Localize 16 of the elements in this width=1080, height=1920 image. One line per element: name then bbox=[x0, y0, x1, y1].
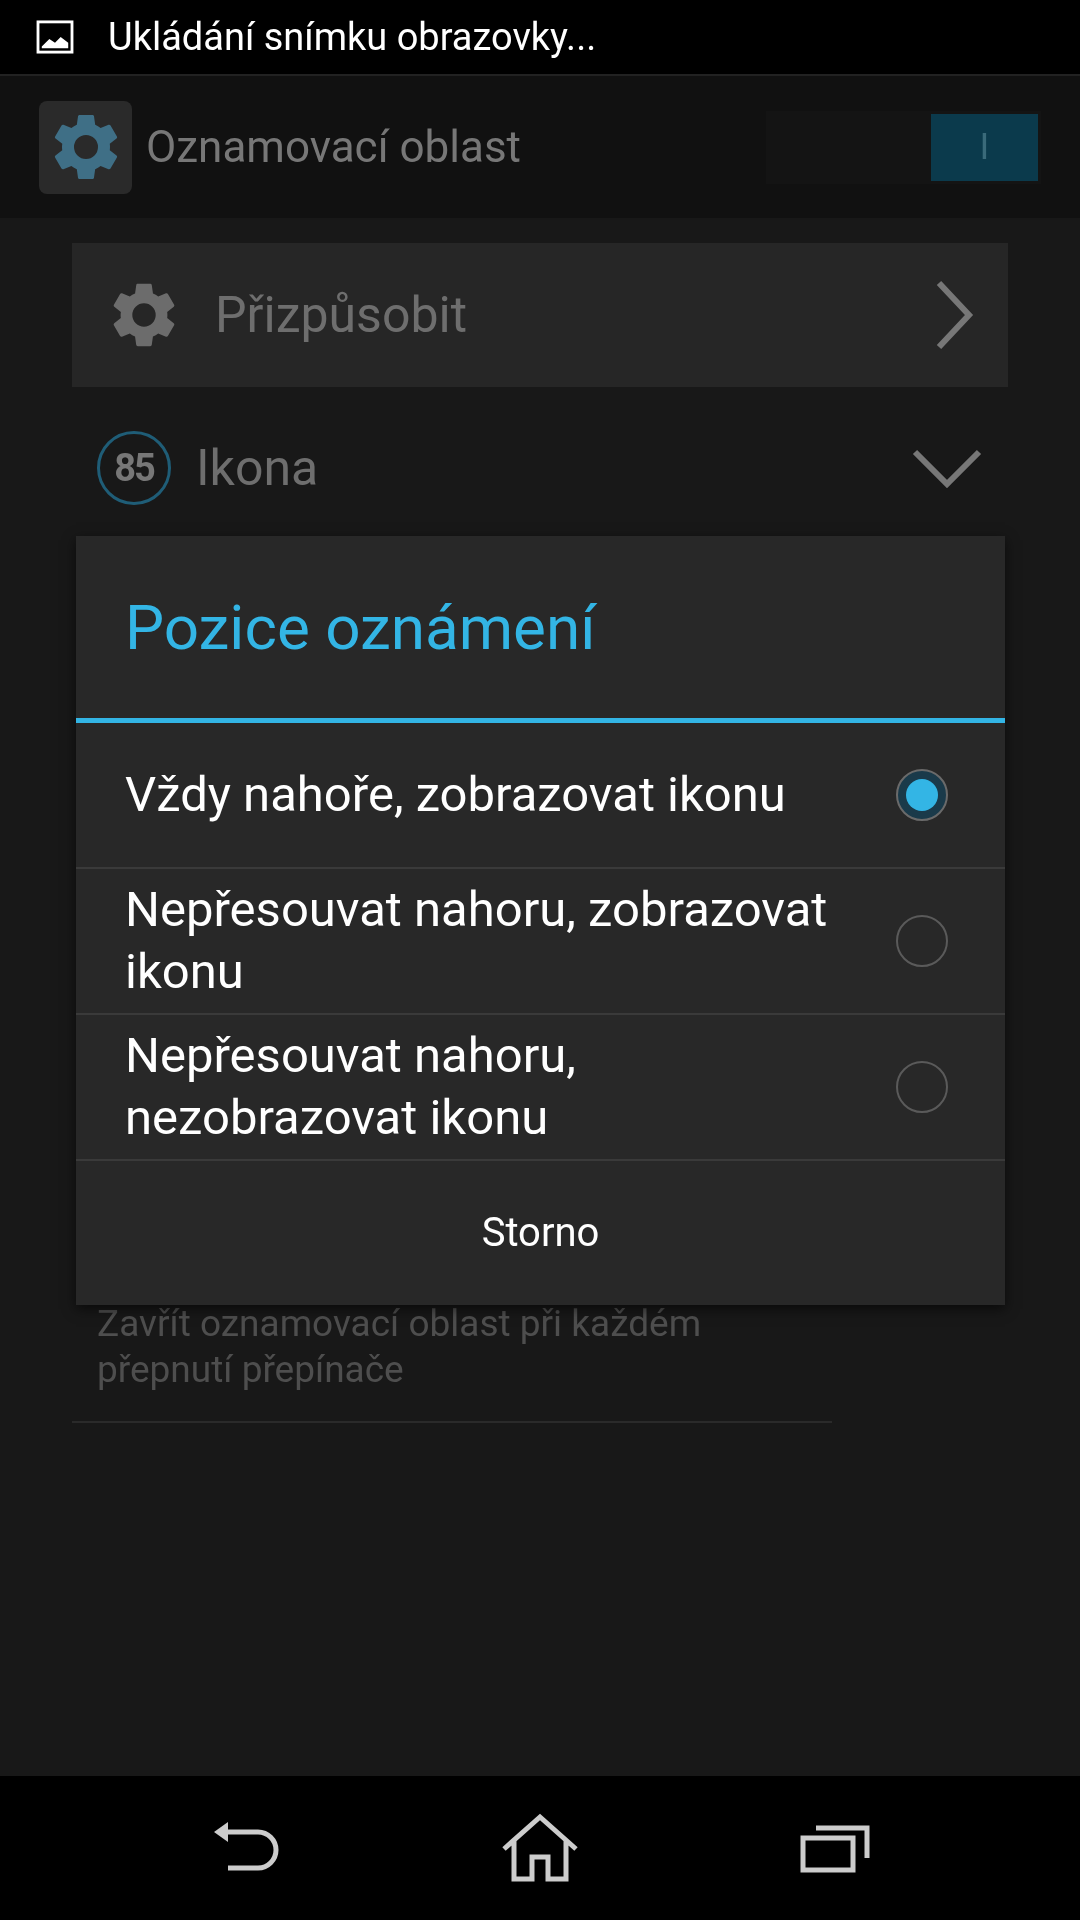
radio-button[interactable] bbox=[896, 1061, 948, 1113]
radio-option[interactable]: Nepřesouvat nahoru, nezobrazovat ikonu bbox=[76, 1015, 1005, 1161]
settings-row[interactable]: 85 Ikona bbox=[72, 393, 1008, 543]
notification-text: Ukládání snímku obrazovky... bbox=[108, 13, 597, 61]
home-icon[interactable] bbox=[500, 1813, 580, 1883]
chevron-down-icon bbox=[911, 448, 983, 488]
dialog-title: Pozice oznámení bbox=[125, 589, 596, 666]
radio-option[interactable]: Vždy nahoře, zobrazovat ikonu bbox=[76, 723, 1005, 869]
image-icon bbox=[36, 20, 74, 54]
radio-button[interactable] bbox=[896, 769, 948, 821]
radio-option[interactable]: Nepřesouvat nahoru, zobrazovat ikonu bbox=[76, 869, 1005, 1015]
count-badge: 85 bbox=[97, 431, 171, 505]
app-title: Oznamovací oblast bbox=[146, 120, 522, 175]
chevron-right-icon bbox=[935, 279, 975, 351]
recent-apps-icon[interactable] bbox=[800, 1823, 870, 1873]
radio-button[interactable] bbox=[896, 915, 948, 967]
